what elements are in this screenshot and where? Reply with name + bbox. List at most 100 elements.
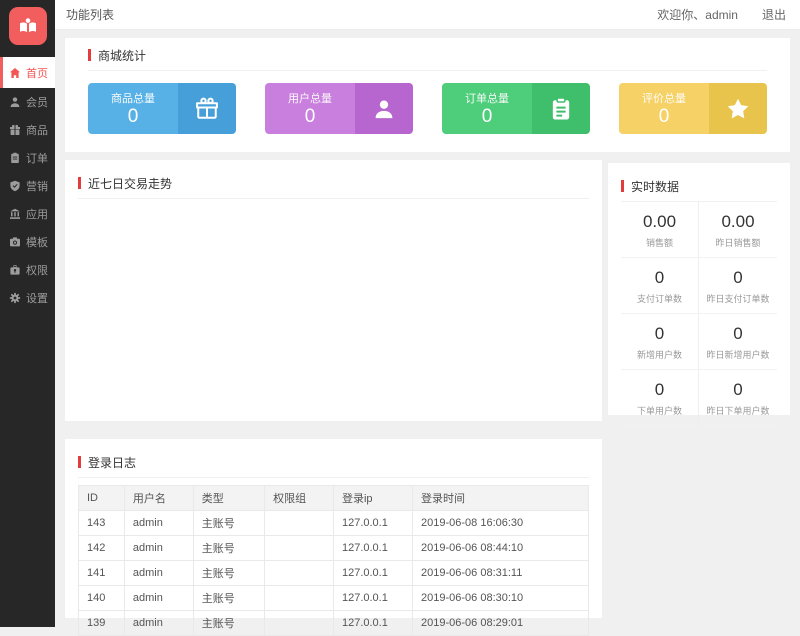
cell-permission-group: [264, 585, 334, 611]
stat-label: 昨日下单用户数: [706, 406, 770, 416]
main-content: 商城统计 商品总量 0 用户总量 0 订单总量 0 评价总量 0 近七日交易走势…: [55, 30, 800, 636]
settings-icon: [9, 292, 21, 304]
stat-value: 0: [654, 324, 665, 343]
realtime-grid: 0.00 销售额 0.00 昨日销售额 0 支付订单数 0 昨日支付订单数 0 …: [621, 202, 777, 426]
accent-bar: [78, 456, 81, 468]
sidebar-item-member[interactable]: 会员: [0, 88, 55, 116]
stat-card-review-total[interactable]: 评价总量 0: [619, 83, 767, 134]
app-logo[interactable]: [8, 7, 47, 45]
login-log-panel: 登录日志 ID 用户名 类型 权限组 登录ip 登录时间 143 admin 主…: [65, 439, 602, 636]
col-username: 用户名: [123, 485, 194, 511]
sidebar-item-label: 应用: [26, 209, 48, 221]
trend-chart-empty-area: [78, 199, 589, 419]
topbar-title: 功能列表: [66, 8, 115, 22]
col-type: 类型: [192, 485, 266, 511]
cell-permission-group: [264, 510, 334, 536]
reader-logo-icon: [19, 18, 36, 33]
stat-label: 下单用户数: [636, 406, 682, 416]
sidebar-item-label: 订单: [26, 153, 48, 165]
stat-card-user-total[interactable]: 用户总量 0: [265, 83, 413, 134]
table-row: 142 admin 主账号 127.0.0.1 2019-06-06 08:44…: [78, 535, 589, 561]
sidebar-item-home[interactable]: 首页: [0, 57, 55, 88]
logout-link[interactable]: 退出: [762, 6, 786, 23]
stat-value: 0.00: [721, 212, 755, 231]
cell-login-time: 2019-06-06 08:30:10: [412, 585, 589, 611]
cell-username: admin: [123, 510, 194, 536]
col-login-ip: 登录ip: [332, 485, 414, 511]
accent-bar: [621, 180, 624, 192]
cell-login-ip: 127.0.0.1: [332, 585, 414, 611]
cell-login-ip: 127.0.0.1: [332, 560, 414, 586]
template-icon: [10, 237, 20, 247]
sidebar-item-label: 权限: [26, 265, 48, 277]
sidebar-item-label: 商品: [26, 125, 48, 137]
table-row: 143 admin 主账号 127.0.0.1 2019-06-08 16:06…: [78, 510, 589, 536]
mall-stats-header: 商城统计: [88, 40, 767, 71]
stat-value: 0: [654, 268, 665, 287]
stat-cards: 商品总量 0 用户总量 0 订单总量 0 评价总量 0: [88, 83, 767, 134]
cell-login-time: 2019-06-06 08:44:10: [412, 535, 589, 561]
cell-id: 142: [78, 535, 125, 561]
panel-title: 近七日交易走势: [88, 176, 173, 191]
table-row: 140 admin 主账号 127.0.0.1 2019-06-06 08:30…: [78, 585, 589, 611]
card-label: 商品总量: [110, 92, 155, 105]
stat-card-order-total[interactable]: 订单总量 0: [442, 83, 590, 134]
sidebar-item-settings[interactable]: 设置: [0, 284, 55, 312]
cell-permission-group: [264, 610, 334, 636]
realtime-stat-new-users-yesterday: 0 昨日新增用户数: [699, 314, 777, 370]
stat-label: 昨日销售额: [715, 238, 761, 248]
sidebar-item-template[interactable]: 模板: [0, 228, 55, 256]
sidebar-item-marketing[interactable]: 营销: [0, 172, 55, 200]
login-log-table: ID 用户名 类型 权限组 登录ip 登录时间 143 admin 主账号 12…: [78, 485, 589, 636]
sidebar-item-goods[interactable]: 商品: [0, 116, 55, 144]
stat-label: 昨日支付订单数: [706, 294, 770, 304]
cell-login-ip: 127.0.0.1: [332, 610, 414, 636]
stat-label: 支付订单数: [636, 294, 682, 304]
card-label: 用户总量: [287, 92, 332, 105]
cell-login-time: 2019-06-08 16:06:30: [412, 510, 589, 536]
clipboard-icon: [552, 96, 570, 119]
stat-value: 0: [733, 324, 743, 343]
cell-id: 139: [78, 610, 125, 636]
table-row: 141 admin 主账号 127.0.0.1 2019-06-06 08:31…: [78, 560, 589, 586]
sidebar-item-order[interactable]: 订单: [0, 144, 55, 172]
card-icon-wrap: [531, 83, 590, 134]
card-info: 评价总量 0: [619, 83, 709, 134]
user-icon: [375, 99, 393, 118]
stat-value: 0: [733, 268, 743, 287]
stat-value: 0: [733, 380, 743, 399]
realtime-data-panel: 实时数据 0.00 销售额 0.00 昨日销售额 0 支付订单数 0 昨日支付订…: [608, 163, 790, 426]
mall-stats-panel: 商城统计 商品总量 0 用户总量 0 订单总量 0 评价总量 0: [65, 38, 790, 152]
card-info: 商品总量 0: [88, 83, 178, 134]
cell-id: 141: [78, 560, 125, 586]
realtime-stat-ordering-users-yesterday: 0 昨日下单用户数: [699, 370, 777, 426]
stat-value: 0: [654, 380, 665, 399]
cell-id: 143: [78, 510, 125, 536]
cell-type: 主账号: [192, 510, 266, 536]
card-value: 0: [127, 105, 139, 127]
table-header-row: ID 用户名 类型 权限组 登录ip 登录时间: [78, 485, 589, 511]
col-permission-group: 权限组: [264, 485, 334, 511]
cell-username: admin: [123, 560, 194, 586]
realtime-stat-new-users: 0 新增用户数: [621, 314, 699, 370]
stat-label: 新增用户数: [636, 350, 682, 360]
home-icon: [10, 67, 20, 78]
sidebar: 首页 会员 商品 订单 营销 应用 模板 权限 设置: [0, 0, 55, 627]
sidebar-item-app[interactable]: 应用: [0, 200, 55, 228]
cell-permission-group: [264, 535, 334, 561]
sidebar-item-label: 设置: [26, 293, 48, 305]
cell-type: 主账号: [192, 585, 266, 611]
cell-username: admin: [123, 610, 194, 636]
realtime-stat-paid-orders: 0 支付订单数: [621, 258, 699, 314]
cell-type: 主账号: [192, 535, 266, 561]
cell-permission-group: [264, 560, 334, 586]
stat-card-goods-total[interactable]: 商品总量 0: [88, 83, 236, 134]
trend-chart-header: 近七日交易走势: [78, 168, 589, 199]
permission-icon: [10, 265, 20, 275]
order-icon: [11, 152, 19, 163]
sidebar-item-permission[interactable]: 权限: [0, 256, 55, 284]
card-value: 0: [658, 105, 670, 127]
member-icon: [10, 97, 20, 107]
cell-username: admin: [123, 535, 194, 561]
welcome-text: 欢迎你、admin: [657, 8, 738, 22]
